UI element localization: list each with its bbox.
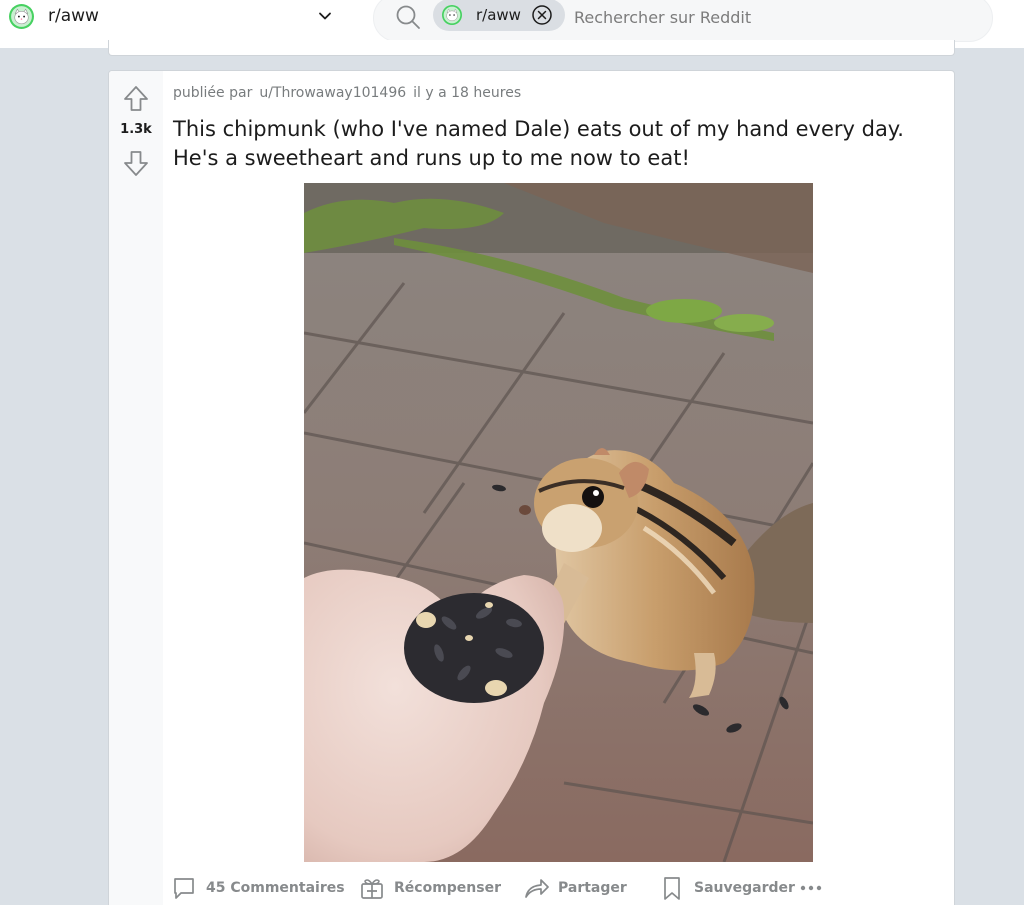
search-bar[interactable]: r/aww: [373, 0, 993, 42]
upvote-icon[interactable]: [123, 85, 149, 113]
share-icon: [525, 879, 549, 898]
vote-score: 1.3k: [120, 122, 152, 137]
post-image[interactable]: [304, 183, 813, 862]
post-actions: 45 Commentaires Récompenser Partager Sau…: [171, 873, 871, 903]
subreddit-icon: [442, 5, 462, 25]
share-label: Partager: [558, 880, 627, 896]
share-button[interactable]: Partager: [523, 873, 627, 903]
comments-button[interactable]: 45 Commentaires: [171, 873, 345, 903]
post-time[interactable]: il y a 18 heures: [413, 85, 521, 101]
previous-post-card: [108, 40, 955, 56]
author-link[interactable]: u/Throwaway101496: [259, 85, 406, 101]
subreddit-filter-chip: r/aww: [433, 0, 565, 31]
save-button[interactable]: Sauvegarder: [659, 873, 795, 903]
post-title[interactable]: This chipmunk (who I've named Dale) eats…: [173, 115, 943, 173]
search-icon: [396, 5, 420, 29]
vote-column: 1.3k: [109, 71, 163, 905]
comment-icon: [174, 878, 194, 899]
save-label: Sauvegarder: [694, 880, 795, 896]
more-icon[interactable]: [799, 878, 823, 898]
subreddit-icon: [9, 4, 34, 29]
comments-label: 45 Commentaires: [206, 880, 345, 896]
award-button[interactable]: Récompenser: [359, 873, 501, 903]
community-switcher[interactable]: r/aww: [0, 0, 350, 38]
award-icon: [361, 879, 383, 899]
post-card[interactable]: 1.3k publiée par u/Throwaway101496 il y a …: [108, 70, 955, 905]
bookmark-icon: [664, 877, 680, 900]
award-label: Récompenser: [394, 880, 501, 896]
downvote-icon[interactable]: [123, 149, 149, 177]
close-icon[interactable]: [531, 4, 553, 26]
chip-label: r/aww: [476, 6, 521, 24]
subreddit-name: r/aww: [48, 6, 99, 26]
chevron-down-icon: [319, 12, 331, 20]
search-input[interactable]: [574, 3, 954, 31]
posted-by-label: publiée par: [173, 85, 253, 101]
post-meta: publiée par u/Throwaway101496 il y a 18 he…: [173, 85, 521, 101]
